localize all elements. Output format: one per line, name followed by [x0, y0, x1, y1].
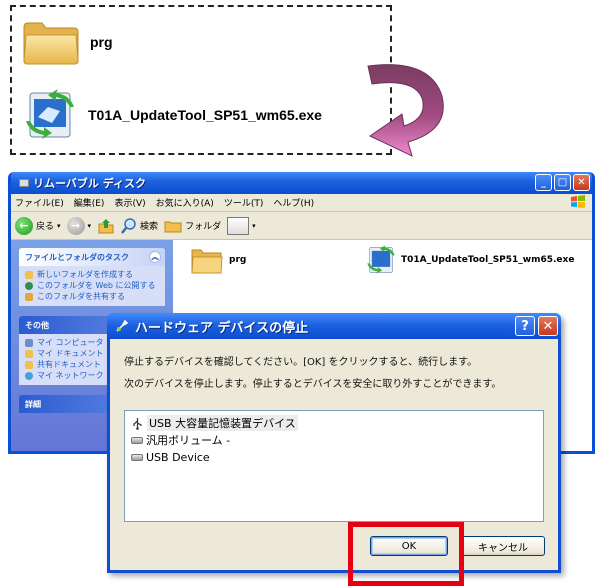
back-arrow-icon: ← — [15, 216, 33, 235]
file-tasks-panel: ファイルとフォルダのタスク ︽ 新しいフォルダを作成する このフォルダを Web… — [19, 248, 165, 306]
back-button[interactable]: ← 戻る ▾ — [15, 216, 61, 235]
file-item-prg[interactable]: prg — [191, 246, 246, 274]
help-button[interactable]: ? — [515, 316, 535, 336]
windows-logo-icon — [571, 195, 585, 208]
back-label: 戻る — [36, 222, 55, 232]
file-tasks-title: ファイルとフォルダのタスク — [25, 252, 129, 262]
usb-icon — [133, 417, 142, 430]
menu-favorites[interactable]: お気に入り(A) — [156, 196, 214, 209]
other-places-title: その他 — [25, 320, 49, 330]
place-label: マイ ドキュメント — [37, 349, 104, 358]
my-computer-icon — [25, 338, 33, 347]
folders-label: フォルダ — [185, 222, 222, 232]
close-button[interactable]: ✕ — [573, 174, 590, 191]
task-publish-web[interactable]: このフォルダを Web に公開する — [25, 280, 159, 291]
forward-button[interactable]: → ▾ — [66, 216, 92, 235]
device-label: USB Device — [146, 450, 210, 464]
menu-help[interactable]: ヘルプ(H) — [273, 196, 314, 209]
collapse-icon[interactable]: ︽ — [149, 251, 161, 263]
chevron-down-icon: ▾ — [252, 221, 256, 230]
callout-folder-label: prg — [90, 34, 113, 50]
device-item-usb-device[interactable]: USB Device — [131, 449, 210, 465]
device-label: USB 大容量記憶装置デバイス — [147, 415, 298, 431]
task-label: このフォルダを共有する — [37, 292, 125, 301]
file-name: prg — [229, 255, 247, 265]
device-item-generic-volume[interactable]: 汎用ボリューム - — [131, 432, 230, 448]
device-list[interactable]: USB 大容量記憶装置デバイス 汎用ボリューム - USB Device — [124, 410, 544, 522]
search-label: 検索 — [140, 222, 159, 232]
folders-icon — [164, 221, 182, 232]
details-title: 詳細 — [25, 399, 41, 409]
web-publish-icon — [25, 281, 33, 290]
instruction-text: 停止するデバイスを確認してください。[OK] をクリックすると、続行します。 — [124, 357, 478, 368]
drive-icon — [19, 179, 29, 187]
file-item-exe[interactable]: T01A_UpdateTool_SP51_wm65.exe — [365, 244, 574, 276]
menu-view[interactable]: 表示(V) — [114, 196, 145, 209]
place-label: 共有ドキュメント — [37, 360, 101, 369]
file-name: T01A_UpdateTool_SP51_wm65.exe — [401, 255, 575, 265]
chevron-down-icon: ▾ — [87, 221, 92, 230]
menu-tools[interactable]: ツール(T) — [224, 196, 264, 209]
chevron-down-icon: ▾ — [57, 221, 61, 230]
views-button[interactable]: ▾ — [227, 216, 256, 235]
explorer-toolbar: ← 戻る ▾ → ▾ 検索 フォルダ ▾ — [11, 212, 592, 240]
stop-device-dialog: ハードウェア デバイスの停止 ? ✕ 停止するデバイスを確認してください。[OK… — [107, 313, 561, 573]
share-folder-icon — [25, 292, 33, 301]
menu-edit[interactable]: 編集(E) — [74, 196, 105, 209]
task-new-folder[interactable]: 新しいフォルダを作成する — [25, 269, 159, 280]
curved-arrow-icon — [350, 58, 450, 168]
views-icon — [227, 216, 250, 235]
my-documents-icon — [25, 349, 33, 358]
dialog-close-button[interactable]: ✕ — [538, 316, 558, 336]
up-folder-button[interactable] — [97, 217, 115, 235]
drive-icon — [131, 453, 143, 461]
callout-folder-row[interactable]: prg — [22, 19, 113, 65]
hardware-icon — [116, 319, 129, 332]
description-text: 次のデバイスを停止します。停止するとデバイスを安全に取り外すことができます。 — [124, 379, 502, 390]
minimize-button[interactable]: _ — [535, 174, 552, 191]
place-label: マイ ネットワーク — [37, 371, 104, 380]
menu-file[interactable]: ファイル(E) — [15, 196, 64, 209]
folder-icon — [22, 19, 80, 65]
dialog-title-bar[interactable]: ハードウェア デバイスの停止 ? ✕ — [107, 313, 561, 339]
shared-documents-icon — [25, 360, 33, 369]
menu-bar: ファイル(E) 編集(E) 表示(V) お気に入り(A) ツール(T) ヘルプ(… — [11, 194, 592, 212]
device-label: 汎用ボリューム - — [146, 434, 231, 447]
folder-icon — [191, 249, 223, 274]
callout-exe-row[interactable]: T01A_UpdateTool_SP51_wm65.exe — [22, 87, 322, 143]
up-folder-icon — [98, 218, 114, 233]
new-folder-icon — [25, 270, 33, 279]
drive-icon — [131, 436, 143, 444]
task-label: 新しいフォルダを作成する — [37, 270, 133, 279]
task-share-folder[interactable]: このフォルダを共有する — [25, 291, 159, 302]
explorer-title-bar[interactable]: リムーバブル ディスク _ □ ✕ — [11, 172, 592, 194]
cancel-button[interactable]: キャンセル — [461, 536, 545, 556]
update-tool-exe-icon — [22, 87, 78, 143]
update-tool-exe-icon — [367, 245, 395, 274]
folders-button[interactable]: フォルダ — [164, 219, 221, 233]
dialog-title: ハードウェア デバイスの停止 — [135, 320, 309, 336]
ok-highlight-frame — [348, 522, 464, 586]
explorer-title: リムーバブル ディスク — [33, 177, 146, 190]
maximize-button[interactable]: □ — [554, 174, 571, 191]
callout-exe-label: T01A_UpdateTool_SP51_wm65.exe — [88, 107, 322, 123]
task-label: このフォルダを Web に公開する — [37, 281, 156, 290]
search-button[interactable]: 検索 — [121, 217, 159, 234]
place-label: マイ コンピュータ — [37, 338, 104, 347]
file-callout: prg T01A_UpdateTool_SP51_wm65.exe — [10, 5, 392, 155]
search-icon — [121, 217, 136, 234]
my-network-icon — [25, 371, 33, 380]
forward-arrow-icon: → — [66, 216, 85, 235]
device-item-usb-mass-storage[interactable]: USB 大容量記憶装置デバイス — [131, 415, 298, 431]
file-tasks-header[interactable]: ファイルとフォルダのタスク ︽ — [19, 248, 165, 266]
